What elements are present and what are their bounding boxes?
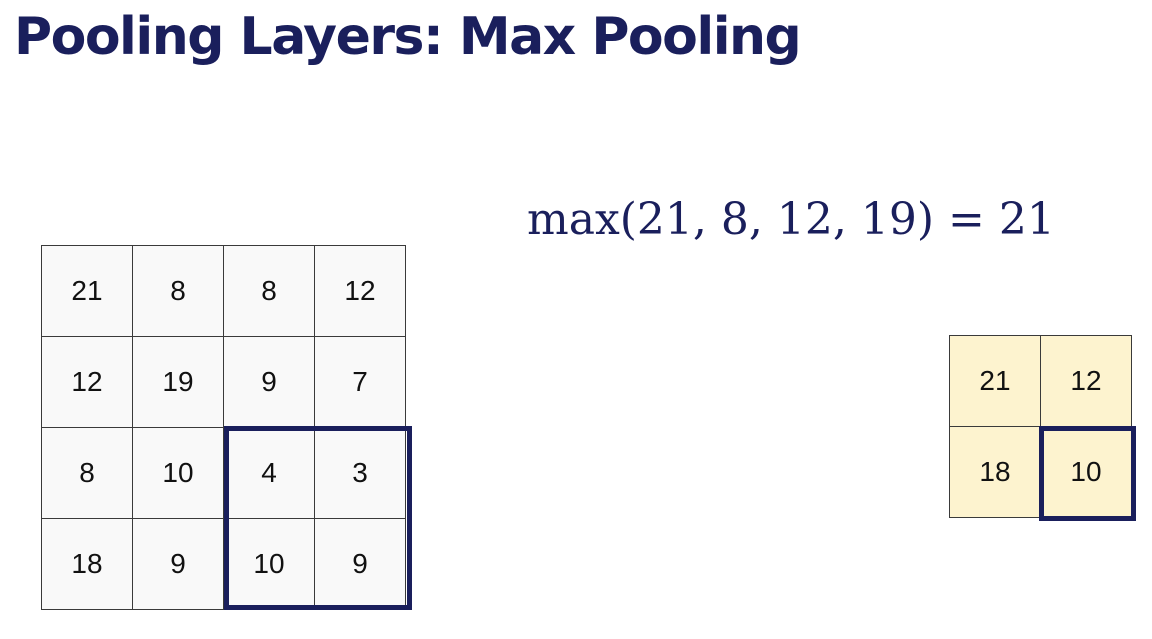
input-cell: 4 <box>224 428 315 519</box>
input-cell: 12 <box>42 337 133 428</box>
input-matrix: 21 8 8 12 12 19 9 7 8 10 4 3 18 9 10 9 <box>41 245 406 610</box>
output-cell: 21 <box>950 336 1041 427</box>
input-cell: 21 <box>42 246 133 337</box>
output-cell: 12 <box>1041 336 1132 427</box>
output-matrix: 21 12 18 10 <box>949 335 1132 518</box>
input-cell: 9 <box>133 519 224 610</box>
input-cell: 18 <box>42 519 133 610</box>
input-cell: 7 <box>315 337 406 428</box>
input-cell: 10 <box>133 428 224 519</box>
output-cell: 10 <box>1041 427 1132 518</box>
input-cell: 10 <box>224 519 315 610</box>
slide-title: Pooling Layers: Max Pooling <box>14 7 802 67</box>
max-formula: max(21, 8, 12, 19) = 21 <box>527 194 1055 245</box>
input-cell: 9 <box>224 337 315 428</box>
input-cell: 3 <box>315 428 406 519</box>
input-cell: 12 <box>315 246 406 337</box>
input-cell: 8 <box>224 246 315 337</box>
input-cell: 9 <box>315 519 406 610</box>
input-cell: 19 <box>133 337 224 428</box>
output-cell: 18 <box>950 427 1041 518</box>
input-cell: 8 <box>42 428 133 519</box>
input-cell: 8 <box>133 246 224 337</box>
